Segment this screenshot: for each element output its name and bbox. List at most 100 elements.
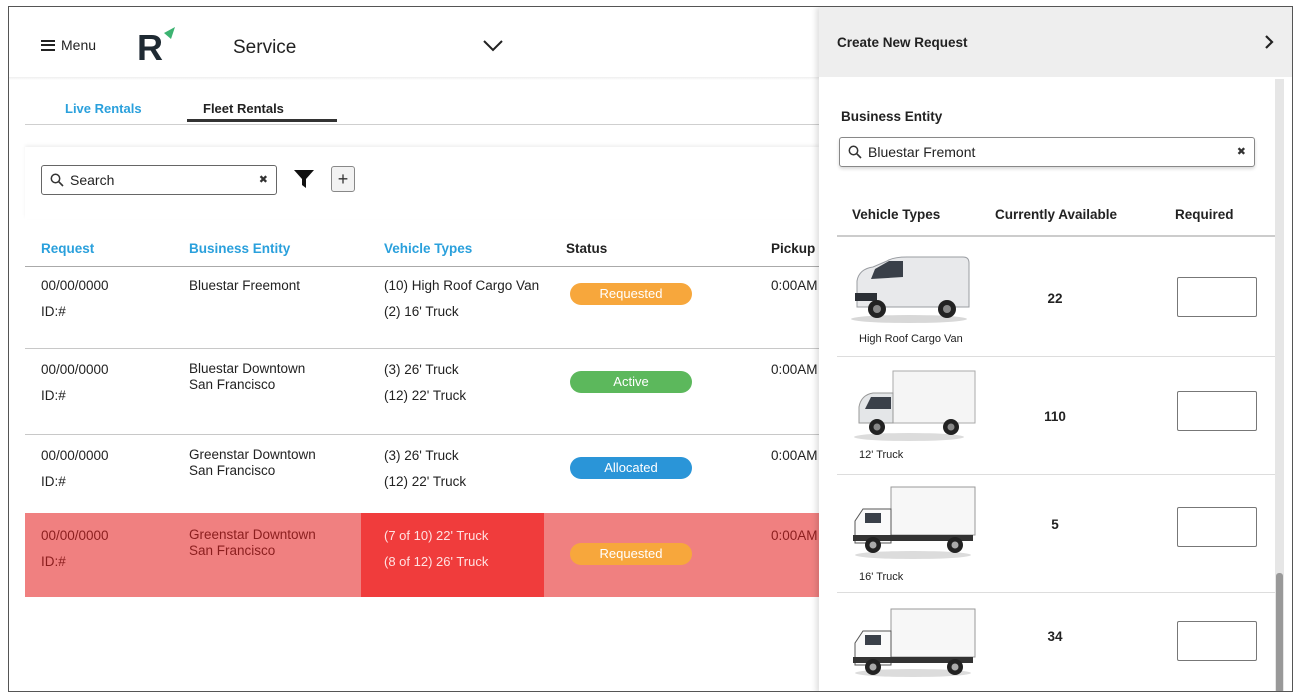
clear-search-icon[interactable]: ✖: [259, 173, 268, 186]
table-header: Request Business Entity Vehicle Types St…: [25, 231, 819, 267]
menu-label: Menu: [61, 37, 97, 53]
business-entity-search: ✖: [839, 137, 1255, 167]
entity-cell: Greenstar Downtown San Francisco: [189, 447, 316, 479]
logo-icon: R: [137, 27, 175, 67]
tab-live-rentals[interactable]: Live Rentals: [65, 101, 142, 122]
entity-name: Bluestar Freemont: [189, 278, 301, 293]
entity-cell: Bluestar Downtown San Francisco: [189, 361, 305, 393]
pickup-cell: 0:00AM: [771, 362, 818, 377]
filter-icon[interactable]: [293, 168, 315, 190]
status-badge: Allocated: [570, 457, 692, 479]
request-date: 00/00/0000: [41, 362, 109, 377]
vehicle-row: High Roof Cargo Van 22: [837, 239, 1275, 357]
vehicle-types-cell: (7 of 10) 22' Truck (8 of 12) 26' Truck: [384, 527, 488, 571]
menu-button[interactable]: Menu: [41, 37, 96, 53]
vehicle-types-cell: (3) 26' Truck (12) 22' Truck: [384, 447, 466, 491]
table-row-highlighted[interactable]: 00/00/0000 ID:# Greenstar Downtown San Fra…: [25, 513, 819, 597]
request-id: ID:#: [41, 388, 66, 403]
panel-scrollbar[interactable]: [1275, 79, 1284, 691]
create-request-panel: Create New Request Business Entity ✖ Veh…: [819, 7, 1292, 691]
request-id: ID:#: [41, 304, 66, 319]
table-row[interactable]: 00/00/0000 ID:# Bluestar Freemont (10) Hi…: [25, 267, 819, 349]
vehicle-name: 16' Truck: [859, 571, 904, 583]
available-count: 22: [1047, 291, 1063, 306]
search-icon: [848, 145, 862, 159]
business-entity-input[interactable]: [868, 144, 1228, 160]
active-tab-indicator: [187, 119, 337, 122]
vehicle-type-line: (3) 26' Truck: [384, 362, 459, 377]
request-id: ID:#: [41, 474, 66, 489]
column-business-entity[interactable]: Business Entity: [189, 241, 290, 256]
column-pickup: Pickup: [771, 241, 816, 256]
available-count: 5: [1051, 517, 1059, 532]
status-badge: Active: [570, 371, 692, 393]
request-date: 00/00/0000: [41, 448, 109, 463]
clear-entity-icon[interactable]: ✖: [1237, 145, 1246, 158]
required-quantity-input[interactable]: [1177, 621, 1257, 661]
required-quantity-input[interactable]: [1177, 277, 1257, 317]
vehicle-type-line: (2) 16' Truck: [384, 304, 459, 319]
request-cell: 00/00/0000 ID:#: [41, 527, 109, 571]
vehicle-type-line: (12) 22' Truck: [384, 388, 467, 403]
search-input[interactable]: [70, 172, 250, 188]
vehicle-type-line: (7 of 10) 22' Truck: [384, 528, 489, 543]
scrollbar-thumb[interactable]: [1276, 573, 1283, 691]
service-label: Service: [233, 37, 297, 58]
entity-location: San Francisco: [189, 543, 276, 558]
search-box: ✖: [41, 165, 277, 195]
box-truck-icon: [853, 486, 976, 559]
vehicle-types-cell: (10) High Roof Cargo Van (2) 16' Truck: [384, 277, 539, 321]
request-cell: 00/00/0000 ID:#: [41, 361, 109, 405]
svg-text:R: R: [137, 27, 163, 67]
entity-name: Bluestar Downtown: [189, 361, 306, 376]
vehicle-row: 16' Truck 5: [837, 475, 1275, 593]
pickup-cell: 0:00AM: [771, 528, 818, 543]
box-truck-icon: [853, 608, 976, 677]
app-frame: Menu R Service Live Rentals Fleet Rental…: [8, 6, 1293, 692]
vehicle-row: 34: [837, 593, 1275, 691]
available-count: 110: [1044, 409, 1066, 424]
panel-header: Create New Request: [819, 7, 1292, 77]
column-vehicle-types: Vehicle Types: [852, 207, 941, 222]
topbar-divider: [9, 77, 819, 80]
search-icon: [50, 173, 64, 187]
entity-location: San Francisco: [189, 463, 276, 478]
column-required: Required: [1175, 207, 1234, 222]
pickup-cell: 0:00AM: [771, 448, 818, 463]
chevron-down-icon[interactable]: [481, 37, 505, 55]
pickup-cell: 0:00AM: [771, 278, 818, 293]
entity-cell: Bluestar Freemont: [189, 277, 300, 295]
vehicle-row: 12' Truck 110: [837, 357, 1275, 475]
column-vehicle-types[interactable]: Vehicle Types: [384, 241, 472, 256]
table-row[interactable]: 00/00/0000 ID:# Greenstar Downtown San Fra…: [25, 435, 819, 519]
available-count: 34: [1047, 629, 1063, 644]
vehicle-types-cell: (3) 26' Truck (12) 22' Truck: [384, 361, 466, 405]
vehicle-types-shortage-cell: (7 of 10) 22' Truck (8 of 12) 26' Truck: [361, 513, 544, 597]
vehicle-type-line: (8 of 12) 26' Truck: [384, 554, 489, 569]
business-entity-label: Business Entity: [841, 109, 943, 124]
vehicle-type-line: (3) 26' Truck: [384, 448, 459, 463]
request-cell: 00/00/0000 ID:#: [41, 277, 109, 321]
vehicle-type-line: (12) 22' Truck: [384, 474, 467, 489]
request-date: 00/00/0000: [41, 528, 109, 543]
top-bar: Menu R Service: [9, 7, 819, 80]
entity-name: Greenstar Downtown: [189, 527, 316, 542]
entity-name: Greenstar Downtown: [189, 447, 316, 462]
request-date: 00/00/0000: [41, 278, 109, 293]
box-truck-icon: [854, 370, 976, 441]
add-request-button[interactable]: +: [331, 166, 355, 192]
entity-location: San Francisco: [189, 377, 276, 392]
column-status: Status: [566, 241, 608, 256]
chevron-right-icon[interactable]: [1262, 33, 1276, 51]
hamburger-icon: [41, 39, 55, 51]
request-id: ID:#: [41, 554, 66, 569]
required-quantity-input[interactable]: [1177, 507, 1257, 547]
table-row[interactable]: 00/00/0000 ID:# Bluestar Downtown San Fran…: [25, 349, 819, 435]
required-quantity-input[interactable]: [1177, 391, 1257, 431]
entity-cell: Greenstar Downtown San Francisco: [189, 527, 316, 559]
column-request[interactable]: Request: [41, 241, 94, 256]
cargo-van-icon: [851, 256, 970, 323]
column-currently-available: Currently Available: [995, 207, 1118, 222]
vehicle-name: 12' Truck: [859, 449, 904, 461]
status-badge: Requested: [570, 283, 692, 305]
